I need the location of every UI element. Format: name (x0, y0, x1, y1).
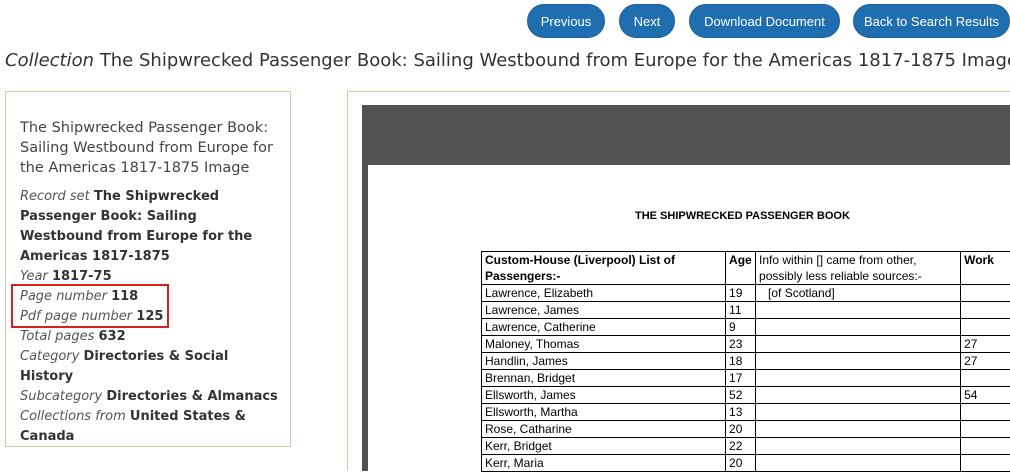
table-row: Lawrence, Elizabeth19[of Scotland] (482, 285, 1010, 302)
page-title-lead: Collection (5, 50, 94, 71)
table-cell: Ellsworth, Martha (482, 404, 726, 421)
field-category: Category Directories & Social History (20, 347, 282, 387)
table-cell (961, 438, 1010, 455)
table-cell: 18 (726, 353, 756, 370)
table-row: Ellsworth, Martha13 (482, 404, 1010, 421)
record-info-panel: The Shipwrecked Passenger Book: Sailing … (5, 91, 291, 447)
table-row: Kerr, Bridget22 (482, 438, 1010, 455)
table-cell: Lawrence, Elizabeth (482, 285, 726, 302)
table-cell: 13 (726, 404, 756, 421)
next-button[interactable]: Next (619, 4, 675, 38)
page-title-text: The Shipwrecked Passenger Book: Sailing … (100, 50, 1010, 71)
table-cell: Kerr, Maria (482, 455, 726, 472)
table-cell: 52 (726, 387, 756, 404)
table-cell (961, 370, 1010, 387)
download-document-button[interactable]: Download Document (689, 4, 840, 38)
column-header: Age (726, 252, 756, 285)
page-number-highlight-box (11, 284, 169, 328)
table-row: Lawrence, James11 (482, 302, 1010, 319)
table-cell (961, 302, 1010, 319)
table-cell (756, 353, 961, 370)
table-cell (756, 302, 961, 319)
table-cell: Kerr, Bridget (482, 438, 726, 455)
table-cell: 22 (726, 438, 756, 455)
table-row: Maloney, Thomas23 27 (482, 336, 1010, 353)
table-cell: 54 (961, 387, 1010, 404)
table-cell: 9 (726, 319, 756, 336)
table-cell: 23 (726, 336, 756, 353)
table-row: Brennan, Bridget17 (482, 370, 1010, 387)
table-cell (756, 336, 961, 353)
table-cell (756, 438, 961, 455)
field-record-set: Record set The Shipwrecked Passenger Boo… (20, 187, 282, 267)
table-cell: [of Scotland] (756, 285, 961, 302)
table-cell: 19 (726, 285, 756, 302)
table-cell: Maloney, Thomas (482, 336, 726, 353)
document-heading: THE SHIPWRECKED PASSENGER BOOK (635, 210, 850, 222)
table-cell: Lawrence, James (482, 302, 726, 319)
document-page: THE SHIPWRECKED PASSENGER BOOK Custom-Ho… (368, 165, 1010, 471)
column-header: Info within [] came from other, possibly… (756, 252, 961, 285)
table-cell (756, 319, 961, 336)
previous-button[interactable]: Previous (527, 4, 605, 38)
table-cell (961, 285, 1010, 302)
table-cell (756, 404, 961, 421)
table-cell (756, 455, 961, 472)
table-cell: Lawrence, Catherine (482, 319, 726, 336)
table-row: Lawrence, Catherine9 (482, 319, 1010, 336)
table-cell: 17 (726, 370, 756, 387)
table-cell: Ellsworth, James (482, 387, 726, 404)
table-cell: 27 (961, 353, 1010, 370)
table-cell: 11 (726, 302, 756, 319)
page-title: Collection The Shipwrecked Passenger Boo… (5, 50, 1010, 71)
table-cell: Handlin, James (482, 353, 726, 370)
table-cell (961, 319, 1010, 336)
table-row: Rose, Catharine20 (482, 421, 1010, 438)
column-header: Custom-House (Liverpool) List of Passeng… (482, 252, 726, 285)
table-cell: 20 (726, 421, 756, 438)
table-cell (961, 421, 1010, 438)
table-cell: Rose, Catharine (482, 421, 726, 438)
document-viewer[interactable]: THE SHIPWRECKED PASSENGER BOOK Custom-Ho… (347, 91, 1010, 470)
table-cell (961, 404, 1010, 421)
field-subcategory: Subcategory Directories & Almanacs (20, 387, 282, 407)
table-row: Handlin, James18 27 (482, 353, 1010, 370)
table-cell: 27 (961, 336, 1010, 353)
record-title: The Shipwrecked Passenger Book: Sailing … (20, 118, 282, 178)
field-collections-from: Collections from United States & Canada (20, 407, 282, 447)
table-cell (961, 455, 1010, 472)
table-header-row: Custom-House (Liverpool) List of Passeng… (482, 252, 1010, 285)
table-row: Kerr, Maria20 (482, 455, 1010, 472)
table-row: Ellsworth, James52 54 (482, 387, 1010, 404)
column-header: Work (961, 252, 1010, 285)
back-to-search-results-button[interactable]: Back to Search Results (853, 4, 1010, 38)
table-cell (756, 421, 961, 438)
table-cell: 20 (726, 455, 756, 472)
table-cell (756, 387, 961, 404)
field-total-pages: Total pages 632 (20, 327, 282, 347)
table-cell (756, 370, 961, 387)
passenger-table: Custom-House (Liverpool) List of Passeng… (481, 251, 1010, 472)
table-cell: Brennan, Bridget (482, 370, 726, 387)
